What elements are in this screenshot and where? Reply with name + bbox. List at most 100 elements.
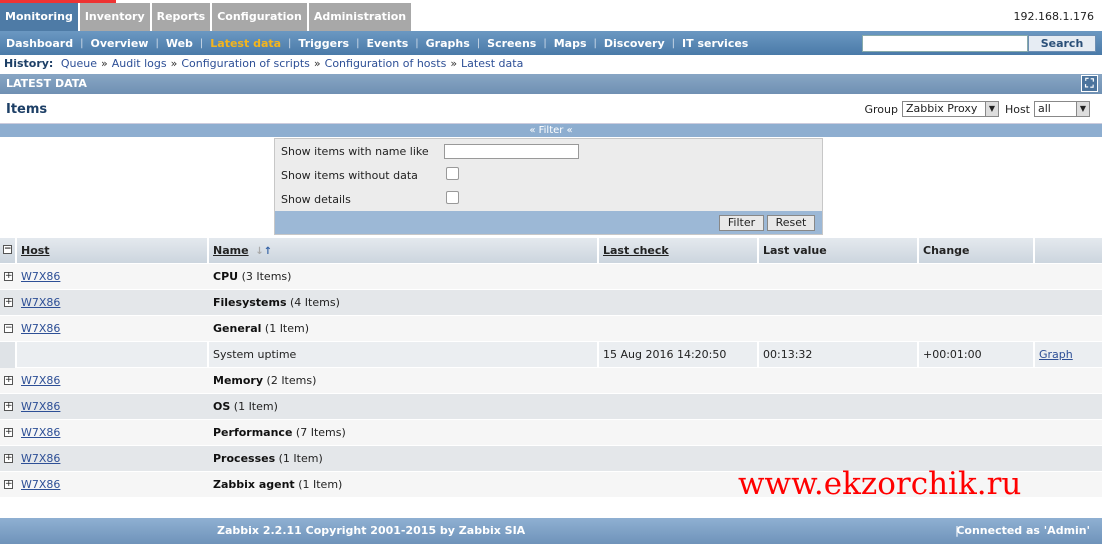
host-link[interactable]: W7X86 <box>21 452 60 465</box>
plus-icon[interactable]: + <box>4 454 13 463</box>
minus-icon[interactable]: − <box>4 324 13 333</box>
host-select-value: all <box>1038 102 1051 115</box>
plus-icon[interactable]: + <box>4 376 13 385</box>
subtab-web[interactable]: Web <box>166 37 193 50</box>
search-button[interactable]: Search <box>1028 35 1096 52</box>
tab-reports[interactable]: Reports <box>151 3 211 31</box>
column-host[interactable]: Host <box>17 238 209 263</box>
footer: Zabbix 2.2.11 Copyright 2001-2015 by Zab… <box>0 518 1102 544</box>
item-row: System uptime 15 Aug 2016 14:20:50 00:13:3… <box>0 342 1102 368</box>
group-select[interactable]: Zabbix Proxy ▼ <box>901 101 999 117</box>
tab-monitoring[interactable]: Monitoring <box>0 3 78 31</box>
host-link[interactable]: W7X86 <box>21 374 60 387</box>
item-count: (4 Items) <box>290 296 340 309</box>
application-name: General <box>213 322 262 335</box>
subtab-separator: | <box>155 37 159 49</box>
group-label: Group <box>864 102 898 116</box>
main-tabs: Monitoring Inventory Reports Configuration A… <box>0 3 1102 31</box>
sub-navigation: Dashboard | Overview | Web | Latest data | Trigg… <box>0 31 1102 55</box>
filter-actions: Filter Reset <box>275 211 822 234</box>
host-link[interactable]: W7X86 <box>21 270 60 283</box>
subtab-latest-data[interactable]: Latest data <box>210 37 281 50</box>
host-label: Host <box>1004 102 1030 116</box>
item-count: (3 Items) <box>241 270 292 283</box>
sort-up-icon: ↑ <box>263 246 273 257</box>
host-link[interactable]: W7X86 <box>21 296 60 309</box>
subtab-separator: | <box>476 37 481 49</box>
filter-name-label: Show items with name like <box>281 145 429 158</box>
filter-details-label: Show details <box>281 193 351 206</box>
host-link[interactable]: W7X86 <box>21 400 60 413</box>
table-row: + W7X86 Performance (7 Items) <box>0 420 1102 446</box>
items-title: Items <box>6 102 48 117</box>
filter-details-checkbox[interactable] <box>446 191 459 204</box>
chevron-down-icon: ▼ <box>984 102 998 116</box>
application-name: Memory <box>213 374 264 387</box>
table-row: + W7X86 OS (1 Item) <box>0 394 1102 420</box>
plus-icon[interactable]: + <box>4 480 13 489</box>
search-input[interactable] <box>862 35 1028 52</box>
plus-icon[interactable]: + <box>4 402 13 411</box>
host-link[interactable]: W7X86 <box>21 426 60 439</box>
footer-copyright: Zabbix 2.2.11 Copyright 2001-2015 by Zab… <box>217 524 526 537</box>
subtab-events[interactable]: Events <box>366 37 408 50</box>
item-count: (1 Item) <box>233 400 278 413</box>
history-link[interactable]: Configuration of scripts <box>181 57 310 70</box>
graph-link[interactable]: Graph <box>1039 348 1073 361</box>
item-count: (2 Items) <box>266 374 317 387</box>
plus-icon[interactable]: + <box>4 298 13 307</box>
minus-icon[interactable]: − <box>3 245 12 254</box>
tab-configuration[interactable]: Configuration <box>212 3 307 31</box>
section-header: LATEST DATA ⛶ <box>0 74 1102 94</box>
host-select[interactable]: all ▼ <box>1034 101 1090 117</box>
subtab-overview[interactable]: Overview <box>90 37 148 50</box>
history-link[interactable]: Latest data <box>461 57 523 70</box>
item-change: +00:01:00 <box>919 342 1035 368</box>
subtab-dashboard[interactable]: Dashboard <box>6 37 73 50</box>
subtab-maps[interactable]: Maps <box>554 37 587 50</box>
sub-tabs: Dashboard | Overview | Web | Latest data | Trigg… <box>6 37 748 50</box>
application-name: Performance <box>213 426 293 439</box>
tab-administration[interactable]: Administration <box>308 3 412 31</box>
filter-button[interactable]: Filter <box>719 215 764 231</box>
sort-arrow-icon: ↓ <box>255 246 264 257</box>
tab-inventory[interactable]: Inventory <box>79 3 150 31</box>
column-name[interactable]: Name ↓↑ <box>209 238 599 263</box>
plus-icon[interactable]: + <box>4 428 13 437</box>
items-bar: Items Group Zabbix Proxy ▼ Host all ▼ <box>0 96 1102 124</box>
filter-toggle[interactable]: « Filter « <box>0 124 1102 137</box>
application-name: CPU <box>213 270 239 283</box>
history-label: History: <box>4 57 54 70</box>
subtab-graphs[interactable]: Graphs <box>426 37 470 50</box>
fullscreen-icon[interactable]: ⛶ <box>1081 75 1098 92</box>
item-last-value: 00:13:32 <box>759 342 919 368</box>
column-name-label: Name <box>213 244 249 257</box>
subtab-triggers[interactable]: Triggers <box>298 37 349 50</box>
host-link[interactable]: W7X86 <box>21 478 60 491</box>
history-link[interactable]: Queue <box>61 57 97 70</box>
item-row-spacer <box>0 342 17 368</box>
subtab-separator: | <box>671 37 676 49</box>
host-link[interactable]: W7X86 <box>21 322 60 335</box>
filter-nodata-label: Show items without data <box>281 169 418 182</box>
subtab-discovery[interactable]: Discovery <box>604 37 665 50</box>
history-link[interactable]: Configuration of hosts <box>325 57 447 70</box>
column-last-check[interactable]: Last check <box>599 238 759 263</box>
plus-icon[interactable]: + <box>4 272 13 281</box>
history-link[interactable]: Audit logs <box>112 57 167 70</box>
table-row: + W7X86 Memory (2 Items) <box>0 368 1102 394</box>
filter-name-input[interactable] <box>444 144 579 159</box>
subtab-it-services[interactable]: IT services <box>682 37 748 50</box>
item-count: (1 Item) <box>264 322 310 335</box>
application-name: OS <box>213 400 231 413</box>
filter-nodata-checkbox[interactable] <box>446 167 459 180</box>
history-separator: » <box>313 57 321 70</box>
column-last-value: Last value <box>759 238 919 263</box>
subtab-screens[interactable]: Screens <box>487 37 536 50</box>
collapse-all-header[interactable]: − <box>0 238 17 263</box>
item-name: System uptime <box>209 342 599 368</box>
subtab-separator: | <box>80 37 84 49</box>
item-count: (7 Items) <box>295 426 346 439</box>
subtab-separator: | <box>199 37 204 49</box>
reset-button[interactable]: Reset <box>767 215 815 231</box>
